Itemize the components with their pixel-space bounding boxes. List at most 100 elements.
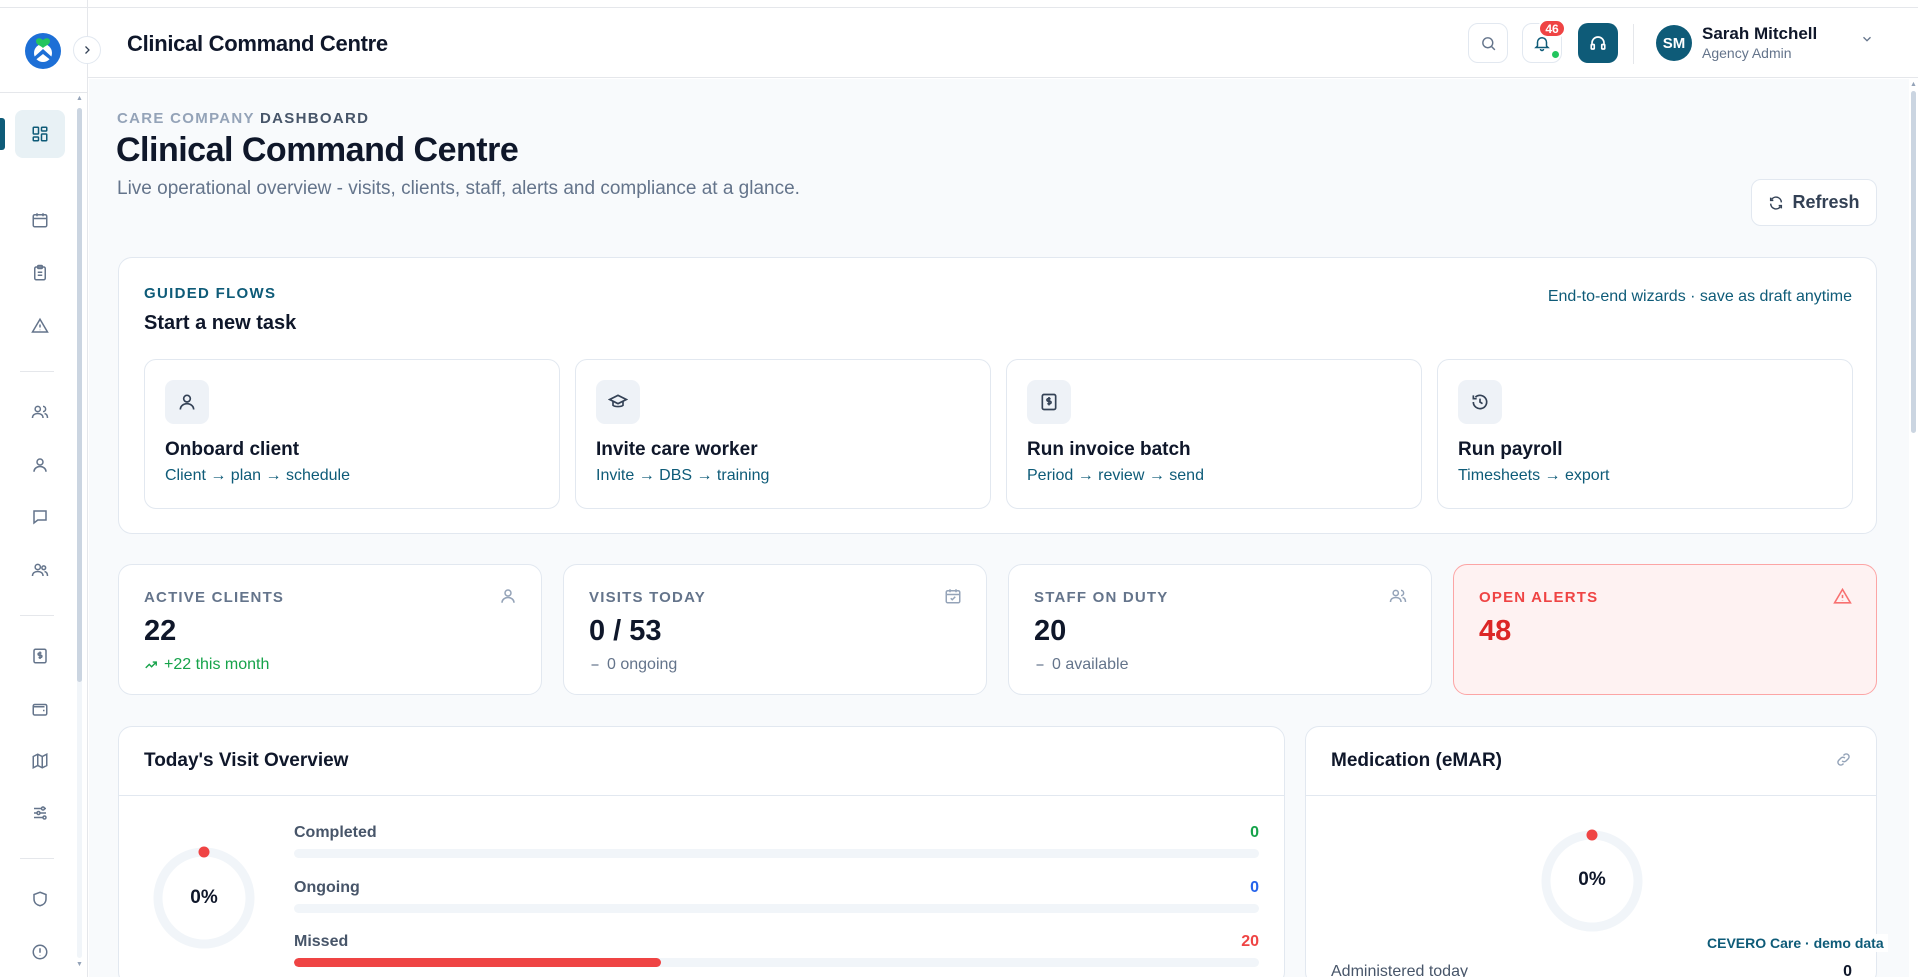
user-name[interactable]: Sarah Mitchell <box>1702 24 1817 44</box>
sidebar-item-calendar[interactable] <box>15 196 65 244</box>
refresh-button[interactable]: Refresh <box>1751 179 1877 226</box>
user-menu-chevron-down-icon[interactable] <box>1860 32 1874 51</box>
stat-value: 0 / 53 <box>589 615 662 647</box>
sidebar-scrollbar[interactable]: ▲ ▼ <box>76 95 83 970</box>
sidebar-item-invoices[interactable] <box>15 632 65 680</box>
flow-card-run-payroll[interactable]: Run payroll Timesheets → export <box>1437 359 1853 509</box>
visit-row-value: 0 <box>1250 879 1259 896</box>
stat-footnote: +22 this month <box>144 656 269 674</box>
online-status-dot <box>1552 51 1559 58</box>
team-icon <box>31 563 49 577</box>
main-scrollbar[interactable]: ▲ <box>1909 79 1918 977</box>
user-avatar[interactable]: SM <box>1656 25 1692 61</box>
shield-icon <box>33 891 47 907</box>
sidebar-item-incidents[interactable] <box>15 302 65 350</box>
app-logo[interactable] <box>24 32 62 70</box>
stat-card-open-alerts[interactable]: OPEN ALERTS 48 <box>1453 564 1877 695</box>
dash-icon <box>591 664 599 666</box>
scrollbar-thumb[interactable] <box>77 108 82 682</box>
sidebar-divider <box>20 615 54 616</box>
demo-data-watermark: CEVERO Care · demo data <box>1703 934 1888 952</box>
progress-fill <box>294 958 661 967</box>
sidebar-item-care-plans[interactable] <box>15 249 65 297</box>
administered-today-value: 0 <box>1843 963 1852 977</box>
flow-subtitle: Timesheets → export <box>1458 467 1610 484</box>
graduation-cap-icon <box>596 380 640 424</box>
stat-card-staff-on-duty[interactable]: STAFF ON DUTY 20 0 available <box>1008 564 1432 695</box>
progress-track <box>294 849 1259 858</box>
top-bar-title: Clinical Command Centre <box>127 31 388 56</box>
sliders-icon <box>34 806 47 820</box>
user-icon <box>33 458 47 472</box>
active-indicator <box>0 118 5 150</box>
medication-title: Medication (eMAR) <box>1331 750 1502 771</box>
breadcrumb-company: CARE COMPANY <box>117 110 255 127</box>
breadcrumb-dashboard: DASHBOARD <box>260 110 370 127</box>
sidebar-item-dashboard[interactable] <box>15 110 65 158</box>
sidebar-item-staff[interactable] <box>15 388 65 436</box>
stat-card-visits-today[interactable]: VISITS TODAY 0 / 53 0 ongoing <box>563 564 987 695</box>
progress-track <box>294 904 1259 913</box>
flow-card-onboard-client[interactable]: Onboard client Client → plan → schedule <box>144 359 560 509</box>
sidebar-divider <box>20 371 54 372</box>
stat-footnote-text: 0 ongoing <box>607 656 678 673</box>
support-button[interactable] <box>1578 23 1618 63</box>
flow-card-invite-care-worker[interactable]: Invite care worker Invite → DBS → traini… <box>575 359 991 509</box>
scroll-up-arrow-icon[interactable]: ▲ <box>76 95 83 102</box>
visit-row-value: 20 <box>1241 933 1259 950</box>
scrollbar-thumb[interactable] <box>1911 91 1916 433</box>
visit-row-label: Completed <box>294 824 377 841</box>
administered-today-label: Administered today <box>1331 963 1468 977</box>
user-role: Agency Admin <box>1702 45 1792 61</box>
sidebar-item-clients[interactable] <box>15 441 65 489</box>
flow-title: Onboard client <box>165 439 300 460</box>
wallet-icon <box>32 703 48 716</box>
guided-flows-hint: End-to-end wizards · save as draft anyti… <box>1547 288 1852 305</box>
stat-label: STAFF ON DUTY <box>1034 589 1169 606</box>
info-circle-icon <box>32 944 48 960</box>
users-icon <box>31 405 49 419</box>
trending-up-icon <box>145 661 157 669</box>
flow-title: Invite care worker <box>596 439 758 460</box>
map-icon <box>32 753 48 769</box>
visit-row-label: Ongoing <box>294 879 360 896</box>
stat-card-active-clients[interactable]: ACTIVE CLIENTS 22 +22 this month <box>118 564 542 695</box>
sidebar-item-help[interactable] <box>15 928 65 976</box>
receipt-icon <box>33 648 47 664</box>
user-icon <box>501 589 515 603</box>
history-icon <box>1458 380 1502 424</box>
sidebar-item-compliance[interactable] <box>15 875 65 923</box>
sidebar-item-payments[interactable] <box>15 685 65 733</box>
users-icon <box>1389 589 1407 603</box>
clipboard-icon <box>34 264 46 281</box>
panel-header: Medication (eMAR) <box>1306 727 1876 796</box>
stat-value: 22 <box>144 615 177 647</box>
sidebar-divider <box>0 92 88 93</box>
visit-overview-panel: Today's Visit Overview 0% Completed 0 On… <box>118 726 1285 977</box>
flow-subtitle: Period → review → send <box>1027 467 1204 484</box>
message-icon <box>33 510 47 525</box>
search-button[interactable] <box>1468 23 1508 63</box>
flow-card-run-invoice-batch[interactable]: Run invoice batch Period → review → send <box>1006 359 1422 509</box>
sidebar: ▲ ▼ <box>0 0 88 977</box>
link-icon[interactable] <box>1835 751 1852 768</box>
scroll-up-arrow-icon[interactable]: ▲ <box>1910 81 1917 88</box>
receipt-icon <box>1027 380 1071 424</box>
top-bar-divider <box>1633 24 1634 64</box>
stat-footnote: 0 available <box>1034 656 1129 674</box>
scroll-down-arrow-icon[interactable]: ▼ <box>76 961 83 968</box>
notification-count-badge: 46 <box>1538 19 1566 38</box>
visit-overview-title: Today's Visit Overview <box>144 750 349 771</box>
sidebar-collapse-button[interactable] <box>73 36 101 64</box>
guided-flows-title: Start a new task <box>144 312 297 334</box>
sidebar-item-settings[interactable] <box>15 789 65 837</box>
sidebar-item-messages[interactable] <box>15 493 65 541</box>
sidebar-item-map[interactable] <box>15 737 65 785</box>
flow-title: Run payroll <box>1458 439 1563 460</box>
flow-subtitle: Client → plan → schedule <box>165 467 350 484</box>
page-subtitle: Live operational overview - visits, clie… <box>117 178 800 199</box>
search-icon <box>1481 36 1495 50</box>
dashboard-grid-icon <box>32 126 48 142</box>
flow-title: Run invoice batch <box>1027 439 1191 460</box>
sidebar-item-teams[interactable] <box>15 546 65 594</box>
